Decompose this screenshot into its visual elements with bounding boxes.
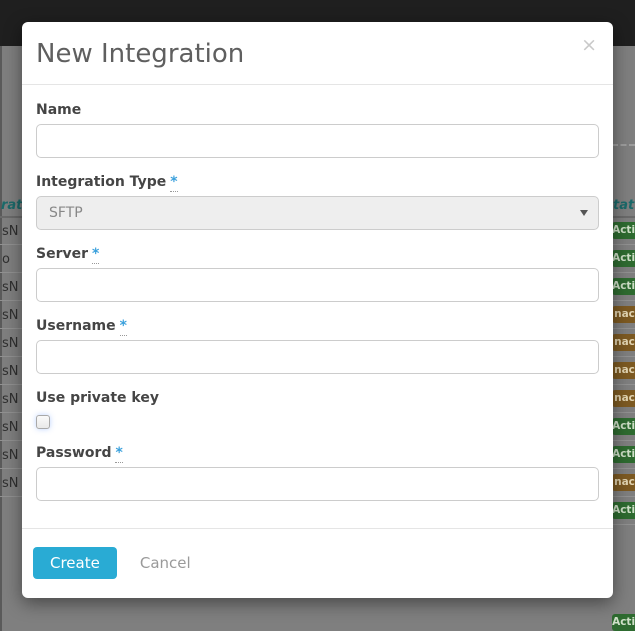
background-row-divider	[613, 412, 635, 413]
password-label-text: Password	[36, 445, 111, 461]
server-field-group: Server*	[36, 246, 599, 302]
background-row-divider	[613, 272, 635, 273]
background-row-divider	[613, 524, 635, 525]
password-field-group: Password*	[36, 445, 599, 501]
name-label: Name	[36, 102, 599, 118]
name-label-text: Name	[36, 102, 81, 118]
required-asterisk: *	[120, 318, 127, 336]
modal-body: Name Integration Type* SFTP Server* User…	[22, 85, 613, 528]
modal-title: New Integration	[36, 39, 598, 69]
background-row-divider	[613, 496, 635, 497]
integration-type-field-group: Integration Type* SFTP	[36, 174, 599, 230]
background-status-badge: nact	[612, 362, 635, 379]
background-row-divider	[0, 496, 22, 497]
background-row-text-fragment: sN	[2, 392, 23, 407]
use-private-key-field-group: Use private key	[36, 390, 599, 429]
background-row-divider	[0, 272, 22, 273]
background-row-divider	[0, 440, 22, 441]
modal-header: New Integration ×	[22, 22, 613, 85]
background-status-badge: Activ	[612, 418, 635, 435]
background-column-header-status: tatu	[613, 198, 635, 213]
background-header-rule	[0, 216, 22, 218]
background-status-badge: Activ	[612, 278, 635, 295]
username-label: Username*	[36, 318, 599, 334]
background-header-rule	[613, 216, 635, 218]
background-dashed-line	[612, 144, 635, 146]
background-row-divider	[613, 384, 635, 385]
chevron-down-icon	[580, 210, 588, 216]
username-field-group: Username*	[36, 318, 599, 374]
username-input[interactable]	[36, 340, 599, 374]
background-row-text-fragment: sN	[2, 280, 23, 295]
background-row-text-fragment: sN	[2, 476, 23, 491]
close-icon[interactable]: ×	[581, 36, 597, 55]
cancel-button[interactable]: Cancel	[140, 554, 191, 572]
background-row-divider	[0, 328, 22, 329]
background-row-text-fragment: sN	[2, 224, 23, 239]
modal-footer: Create Cancel	[22, 528, 613, 598]
background-row-text-fragment: sN	[2, 420, 23, 435]
username-label-text: Username	[36, 318, 116, 334]
background-status-badge: nact	[612, 334, 635, 351]
background-row-text-fragment: sN	[2, 336, 23, 351]
use-private-key-label: Use private key	[36, 390, 599, 406]
background-row-divider	[0, 384, 22, 385]
use-private-key-label-text: Use private key	[36, 390, 159, 406]
integration-type-label-text: Integration Type	[36, 174, 166, 190]
background-status-badge: Activ	[612, 250, 635, 267]
background-status-badge: nact	[612, 390, 635, 407]
name-field-group: Name	[36, 102, 599, 158]
background-row-divider	[613, 328, 635, 329]
background-row-divider	[613, 244, 635, 245]
background-status-badge: Activ	[612, 222, 635, 239]
required-asterisk: *	[115, 445, 122, 463]
background-row-divider	[0, 244, 22, 245]
background-row-divider	[0, 468, 22, 469]
background-row-divider	[0, 356, 22, 357]
background-row-divider	[613, 356, 635, 357]
use-private-key-checkbox[interactable]	[36, 415, 50, 429]
background-row-text-fragment: sN	[2, 448, 23, 463]
integration-type-selected-value: SFTP	[49, 205, 83, 221]
integration-type-select[interactable]: SFTP	[36, 196, 599, 230]
new-integration-modal: New Integration × Name Integration Type*…	[22, 22, 613, 598]
name-input[interactable]	[36, 124, 599, 158]
create-button[interactable]: Create	[33, 547, 117, 579]
required-asterisk: *	[170, 174, 177, 192]
background-status-badge: nact	[612, 306, 635, 323]
background-row-text-fragment: sN	[2, 364, 23, 379]
server-label: Server*	[36, 246, 599, 262]
background-row-divider	[0, 300, 22, 301]
background-row-divider	[613, 468, 635, 469]
background-row-divider	[0, 412, 22, 413]
background-row-text-fragment: o	[2, 252, 23, 267]
background-column-header-integration: rat	[1, 198, 22, 213]
password-input[interactable]	[36, 467, 599, 501]
password-label: Password*	[36, 445, 599, 461]
server-label-text: Server	[36, 246, 88, 262]
background-row-text-fragment: sN	[2, 308, 23, 323]
background-row-divider	[613, 300, 635, 301]
integration-type-label: Integration Type*	[36, 174, 599, 190]
background-status-badge: Activ	[612, 614, 635, 631]
background-status-badge: Activ	[612, 502, 635, 519]
background-status-badge: nact	[612, 474, 635, 491]
required-asterisk: *	[92, 246, 99, 264]
background-row-divider	[613, 440, 635, 441]
server-input[interactable]	[36, 268, 599, 302]
background-status-badge: Activ	[612, 446, 635, 463]
